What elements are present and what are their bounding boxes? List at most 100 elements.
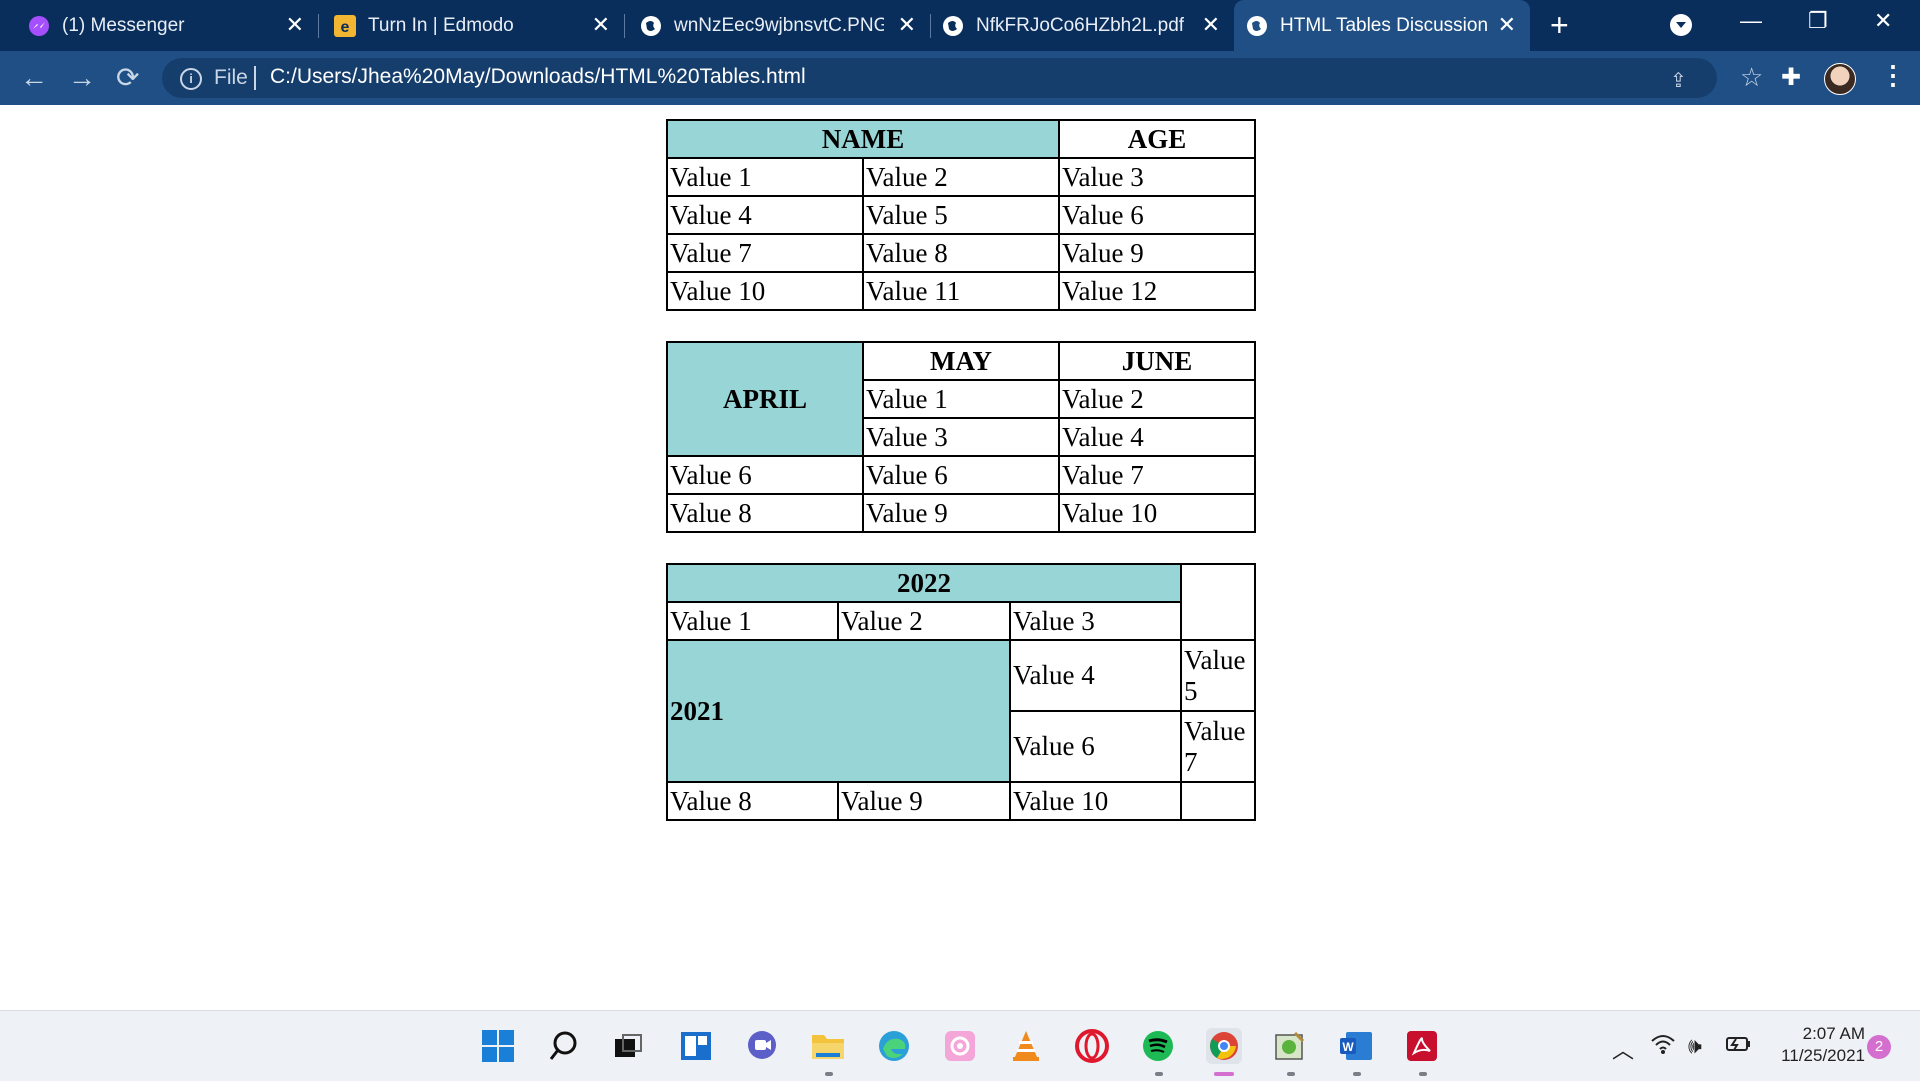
cell: Value 3 — [1058, 157, 1256, 197]
show-hidden-icons-icon[interactable]: ︿ — [1612, 1033, 1634, 1065]
tab-title: NfkFRJoCo6HZbh2L.pdf — [976, 14, 1185, 36]
spotify-icon[interactable] — [1140, 1028, 1176, 1064]
notification-badge[interactable]: 2 — [1867, 1035, 1891, 1059]
tab-divider — [624, 14, 625, 38]
table-header-row: 2022 — [666, 563, 1256, 641]
start-icon[interactable] — [480, 1028, 516, 1064]
clock-time: 2:07 AM — [1802, 1024, 1865, 1043]
url-scheme: File — [214, 66, 248, 89]
search-icon[interactable] — [546, 1028, 582, 1064]
url-text[interactable]: C:/Users/Jhea%20May/Downloads/HTML%20Tab… — [270, 65, 806, 89]
tab-png[interactable]: wnNzEec9wjbnsvtC.PNG ( ✕ — [640, 0, 930, 51]
cell: Value 8 — [862, 233, 1060, 273]
close-icon[interactable]: ✕ — [286, 14, 304, 36]
edge-icon[interactable] — [876, 1028, 912, 1064]
profile-avatar[interactable] — [1824, 63, 1856, 95]
cell: Value 7 — [666, 233, 864, 273]
table-years: 2022 Value 1 Value 2 Value 3 2021 Value … — [666, 563, 1256, 821]
running-indicator — [1419, 1072, 1427, 1076]
menu-icon[interactable]: ⋮ — [1880, 60, 1906, 91]
cell: Value 9 — [837, 781, 1011, 821]
edmodo-icon: e — [334, 14, 356, 37]
vlc-icon[interactable] — [1008, 1028, 1044, 1064]
tab-html-tables[interactable]: HTML Tables Discussion ✕ — [1234, 0, 1530, 51]
table-header-row: APRIL MAY JUNE — [666, 341, 1256, 457]
close-icon[interactable]: ✕ — [1498, 14, 1516, 36]
tab-search-icon[interactable] — [1670, 14, 1692, 36]
cell: Value 9 — [862, 493, 1060, 533]
bookmark-star-icon[interactable]: ☆ — [1740, 62, 1763, 93]
globe-icon — [942, 15, 964, 37]
header-april: APRIL — [666, 341, 864, 457]
tab-pdf[interactable]: NfkFRJoCo6HZbh2L.pdf ✕ — [942, 0, 1234, 51]
acrobat-icon[interactable] — [1404, 1028, 1440, 1064]
browser-toolbar: ← → ⟳ i File C:/Users/Jhea%20May/Downloa… — [0, 51, 1920, 105]
word-icon[interactable]: W — [1338, 1028, 1374, 1064]
omnibox-divider — [254, 66, 256, 90]
forward-icon[interactable]: → — [68, 63, 96, 93]
table-row: Value 6 Value 6 Value 7 — [666, 455, 1256, 495]
cell: Value 6 — [1058, 195, 1256, 235]
running-indicator — [1353, 1072, 1361, 1076]
tab-divider — [318, 14, 319, 38]
cell: Value 3 — [862, 417, 1060, 457]
cell: Value 1 — [666, 157, 864, 197]
cell: Value 12 — [1058, 271, 1256, 311]
close-icon[interactable]: ✕ — [592, 14, 610, 36]
cell: Value 3 — [1009, 601, 1182, 641]
cell: Value 8 — [666, 493, 864, 533]
tab-strip: (1) Messenger ✕ e Turn In | Edmodo ✕ wnN… — [0, 0, 1920, 51]
new-tab-button[interactable]: + — [1550, 8, 1569, 42]
header-age: AGE — [1058, 119, 1256, 159]
info-icon[interactable]: i — [180, 68, 202, 90]
cell: Value 10 — [1058, 493, 1256, 533]
cell: Value 6 — [1009, 710, 1182, 783]
cell: Value 5 — [1180, 639, 1256, 712]
system-clock[interactable]: 2:07 AM 11/25/2021 — [1765, 1023, 1865, 1067]
widgets-icon[interactable] — [678, 1028, 714, 1064]
share-icon[interactable]: ⇪ — [1670, 68, 1687, 93]
tab-edmodo[interactable]: e Turn In | Edmodo ✕ — [334, 0, 624, 51]
cell: Value 4 — [1009, 639, 1182, 712]
globe-icon — [640, 15, 662, 37]
table-row: Value 1 Value 2 Value 3 — [666, 601, 1255, 641]
restore-icon[interactable]: ❐ — [1808, 8, 1828, 34]
opera-icon[interactable] — [1074, 1028, 1110, 1064]
back-icon[interactable]: ← — [20, 63, 48, 93]
plants-game-icon[interactable] — [1272, 1028, 1308, 1064]
table-row: 2021 Value 4 Value 5 — [666, 639, 1256, 783]
volume-icon[interactable]: 🕪 — [1688, 1033, 1702, 1059]
extensions-icon[interactable]: ✚ — [1781, 63, 1801, 92]
close-icon[interactable]: ✕ — [1202, 14, 1220, 36]
tab-divider — [930, 14, 931, 38]
header-2022: 2022 — [666, 563, 1182, 603]
header-june: JUNE — [1058, 341, 1256, 381]
reload-icon[interactable]: ⟳ — [116, 63, 139, 93]
cell: Value 4 — [666, 195, 864, 235]
chrome-icon[interactable] — [1206, 1028, 1242, 1064]
teams-chat-icon[interactable] — [744, 1028, 780, 1064]
table-row: Value 10 Value 11 Value 12 — [666, 271, 1256, 311]
svg-text:e: e — [341, 19, 350, 36]
close-icon[interactable]: ✕ — [898, 14, 916, 36]
cell: Value 5 — [862, 195, 1060, 235]
messenger-icon — [28, 15, 50, 37]
cell: Value 1 — [666, 601, 839, 641]
minimize-icon[interactable]: — — [1740, 8, 1762, 34]
globe-icon — [1246, 15, 1268, 37]
address-bar[interactable]: i File C:/Users/Jhea%20May/Downloads/HTM… — [162, 58, 1717, 98]
cell: Value 9 — [1058, 233, 1256, 273]
tab-messenger[interactable]: (1) Messenger ✕ — [28, 0, 318, 51]
header-name: NAME — [666, 119, 1060, 159]
wifi-icon[interactable] — [1650, 1033, 1676, 1061]
file-explorer-icon[interactable] — [810, 1028, 846, 1064]
svg-text:W: W — [1342, 1040, 1354, 1054]
table-header-row: NAME AGE — [666, 119, 1256, 159]
cell: Value 7 — [1058, 455, 1256, 495]
cell: Value 11 — [862, 271, 1060, 311]
battery-icon[interactable] — [1724, 1033, 1752, 1061]
task-view-icon[interactable] — [610, 1028, 646, 1064]
media-player-icon[interactable] — [942, 1028, 978, 1064]
running-indicator — [1287, 1072, 1295, 1076]
close-window-icon[interactable]: ✕ — [1874, 8, 1892, 34]
